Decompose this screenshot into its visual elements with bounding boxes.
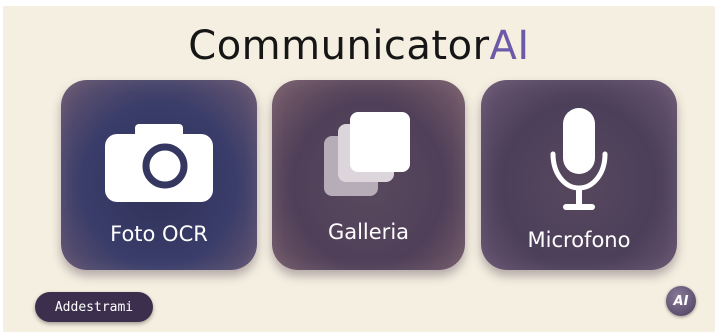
foto-ocr-button[interactable]: Foto OCR (61, 80, 257, 270)
galleria-button[interactable]: Galleria (272, 80, 465, 270)
addestrami-button[interactable]: Addestrami (35, 292, 153, 322)
gallery-icon (324, 112, 410, 196)
galleria-label: Galleria (327, 220, 410, 244)
app-title: CommunicatorAI (3, 24, 715, 68)
app-screen: CommunicatorAI Foto OCR Galleria Microfo… (3, 6, 715, 332)
app-title-accent: AI (489, 23, 530, 69)
foto-ocr-label: Foto OCR (110, 222, 208, 246)
app-title-main: Communicator (188, 23, 490, 69)
ai-badge-button[interactable]: AI (666, 286, 696, 316)
camera-icon (105, 124, 213, 202)
microfono-label: Microfono (527, 228, 631, 252)
microfono-button[interactable]: Microfono (481, 80, 677, 270)
microphone-icon (550, 108, 608, 210)
